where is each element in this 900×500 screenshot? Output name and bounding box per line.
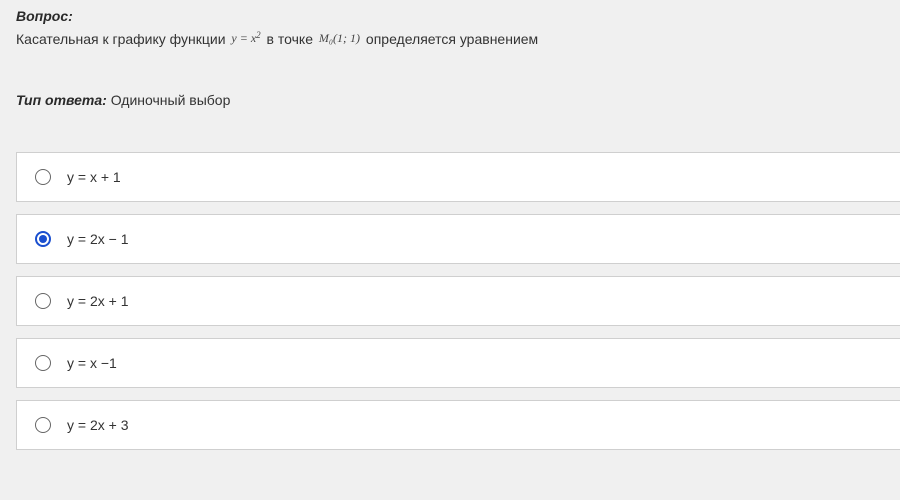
question-text-before: Касательная к графику функции bbox=[16, 31, 229, 47]
answer-type-label: Тип ответа: bbox=[16, 92, 107, 108]
radio-icon[interactable] bbox=[35, 231, 51, 247]
question-text-mid: в точке bbox=[263, 31, 317, 47]
radio-icon[interactable] bbox=[35, 355, 51, 371]
answer-type-row: Тип ответа: Одиночный выбор bbox=[16, 92, 900, 108]
question-text: Касательная к графику функции y = x2 в т… bbox=[16, 28, 900, 50]
option-label: y = x + 1 bbox=[67, 169, 121, 185]
option-5[interactable]: y = 2x + 3 bbox=[16, 400, 900, 450]
option-label: y = 2x + 1 bbox=[67, 293, 128, 309]
option-2[interactable]: y = 2x − 1 bbox=[16, 214, 900, 264]
answer-type-value: Одиночный выбор bbox=[107, 92, 231, 108]
option-1[interactable]: y = x + 1 bbox=[16, 152, 900, 202]
question-label: Вопрос: bbox=[16, 8, 900, 24]
point-formula: M₀(1; 1) bbox=[317, 29, 362, 48]
option-3[interactable]: y = 2x + 1 bbox=[16, 276, 900, 326]
option-label: y = 2x − 1 bbox=[67, 231, 128, 247]
function-formula: y = x2 bbox=[229, 28, 262, 48]
radio-icon[interactable] bbox=[35, 417, 51, 433]
option-label: y = 2x + 3 bbox=[67, 417, 128, 433]
radio-dot-icon bbox=[39, 235, 47, 243]
options-list: y = x + 1 y = 2x − 1 y = 2x + 1 y = x −1… bbox=[16, 152, 900, 450]
question-container: Вопрос: Касательная к графику функции y … bbox=[0, 0, 900, 450]
question-text-after: определяется уравнением bbox=[362, 31, 538, 47]
option-4[interactable]: y = x −1 bbox=[16, 338, 900, 388]
radio-icon[interactable] bbox=[35, 169, 51, 185]
option-label: y = x −1 bbox=[67, 355, 117, 371]
radio-icon[interactable] bbox=[35, 293, 51, 309]
